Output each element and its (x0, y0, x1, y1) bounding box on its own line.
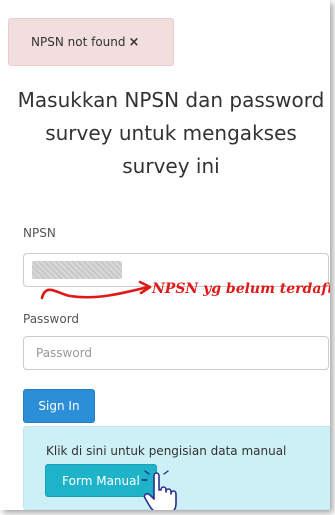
annotation-arrow-icon (40, 280, 152, 300)
login-panel: NPSN not found × Masukkan NPSN dan passw… (0, 0, 330, 510)
alert-message: NPSN not found (31, 35, 126, 49)
annotation-text: NPSN yg belum terdaftar (152, 281, 330, 297)
password-placeholder: Password (36, 346, 93, 360)
npsn-label: NPSN (23, 226, 56, 240)
password-input[interactable]: Password (23, 336, 329, 370)
sign-in-button[interactable]: Sign In (23, 389, 95, 423)
pointer-hand-icon (141, 470, 177, 510)
close-icon[interactable]: × (128, 35, 139, 50)
error-alert: NPSN not found × (8, 18, 174, 66)
manual-info-text: Klik di sini untuk pengisian data manual (46, 444, 287, 458)
page-title: Masukkan NPSN dan password survey untuk … (17, 88, 325, 178)
password-label: Password (23, 312, 80, 326)
